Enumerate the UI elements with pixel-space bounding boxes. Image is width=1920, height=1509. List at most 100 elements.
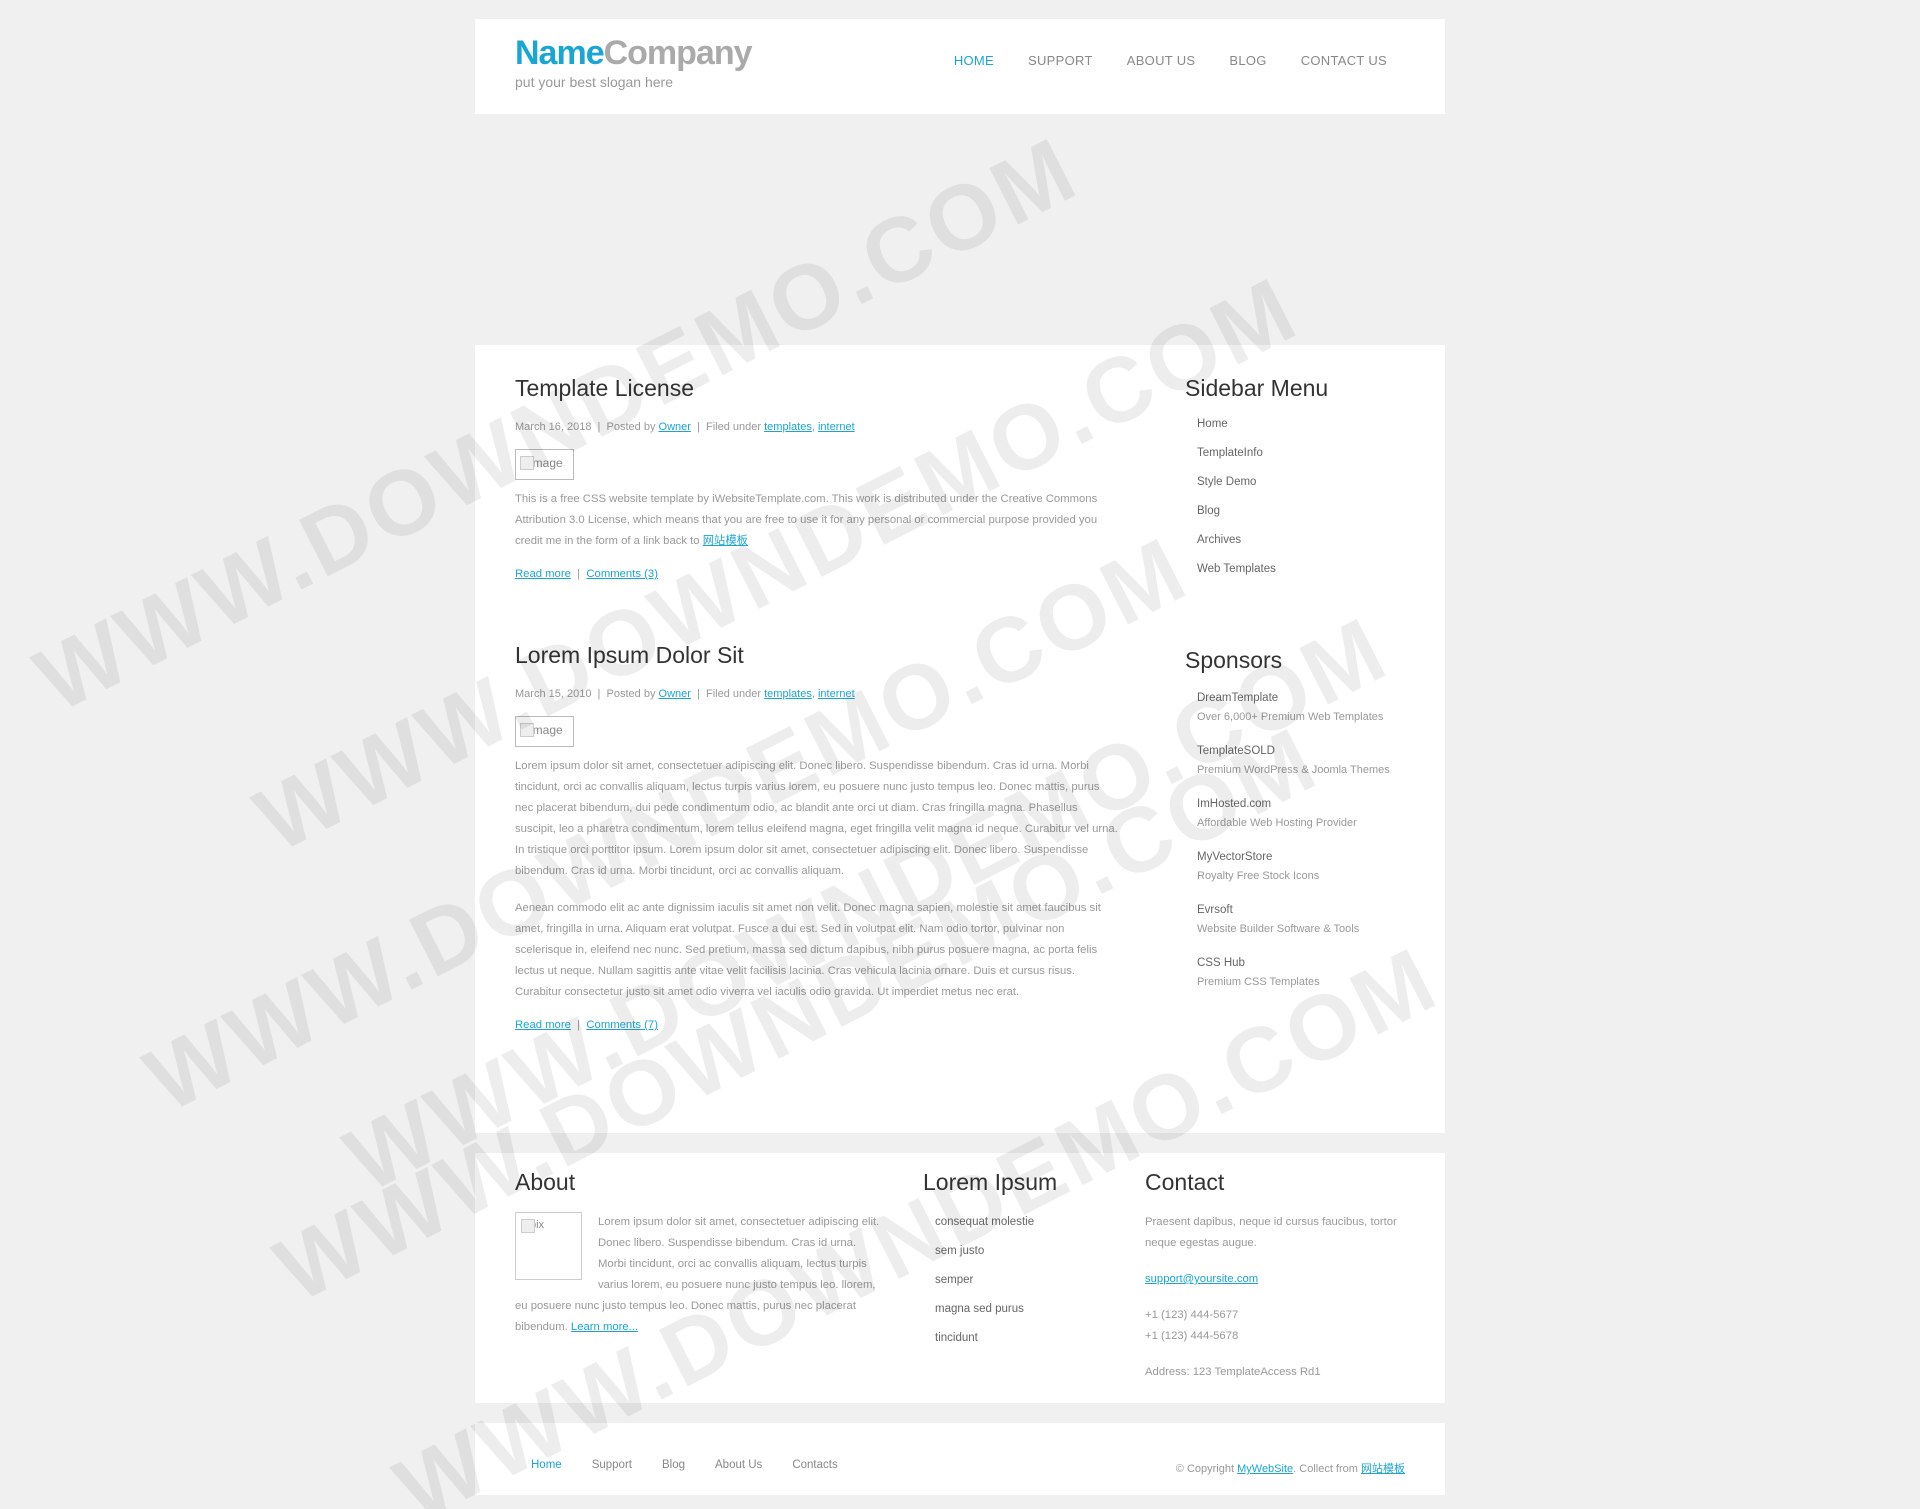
sponsor-name[interactable]: DreamTemplate bbox=[1197, 690, 1425, 707]
lorem-item[interactable]: consequat molestie bbox=[935, 1216, 1103, 1245]
phone-1: +1 (123) 444-5677 bbox=[1145, 1309, 1239, 1321]
sponsor-name[interactable]: TemplateSOLD bbox=[1197, 743, 1425, 760]
sidebar-menu: Home TemplateInfo Style Demo Blog Archiv… bbox=[1197, 418, 1425, 592]
bottom-nav-contacts[interactable]: Contacts bbox=[792, 1459, 837, 1471]
post: Lorem Ipsum Dolor Sit March 15, 2010 | P… bbox=[515, 642, 1120, 1031]
sponsor-desc: Over 6,000+ Premium Web Templates bbox=[1197, 711, 1384, 723]
sidebar-menu-title: Sidebar Menu bbox=[1185, 375, 1329, 401]
site-header: NameCompany put your best slogan here HO… bbox=[475, 19, 1445, 114]
inline-link[interactable]: 网站模板 bbox=[703, 535, 748, 547]
content-area: Template License March 16, 2018 | Posted… bbox=[475, 345, 1445, 1133]
lorem-list: consequat molestie sem justo semper magn… bbox=[935, 1216, 1103, 1361]
sponsors-title: Sponsors bbox=[1185, 647, 1283, 673]
post-meta: March 15, 2010 | Posted by Owner | Filed… bbox=[515, 688, 855, 700]
sidebar-item-archives[interactable]: Archives bbox=[1197, 534, 1425, 563]
bottom-nav-support[interactable]: Support bbox=[592, 1459, 632, 1471]
post-paragraph: Lorem ipsum dolor sit amet, consectetuer… bbox=[515, 760, 1118, 877]
sponsor-desc: Royalty Free Stock Icons bbox=[1197, 870, 1320, 882]
tag-link[interactable]: templates bbox=[764, 688, 812, 700]
bottom-nav-about-us[interactable]: About Us bbox=[715, 1459, 762, 1471]
nav-support[interactable]: SUPPORT bbox=[1028, 53, 1093, 68]
collect-link[interactable]: 网站模板 bbox=[1361, 1463, 1405, 1475]
bottom-bar: Home Support Blog About Us Contacts © Co… bbox=[475, 1423, 1445, 1495]
email-link[interactable]: support@yoursite.com bbox=[1145, 1273, 1258, 1285]
sidebar-item-style-demo[interactable]: Style Demo bbox=[1197, 476, 1425, 505]
tag-link[interactable]: internet bbox=[818, 688, 855, 700]
sidebar: Sidebar Menu Home TemplateInfo Style Dem… bbox=[1185, 375, 1425, 1008]
sponsor-item: DreamTemplate Over 6,000+ Premium Web Tem… bbox=[1197, 690, 1425, 727]
main-nav: HOME SUPPORT ABOUT US BLOG CONTACT US bbox=[954, 53, 1387, 68]
sponsor-name[interactable]: CSS Hub bbox=[1197, 955, 1425, 972]
post-links: Read more | Comments (7) bbox=[515, 1019, 658, 1031]
site-footer: About pix Lorem ipsum dolor sit amet, co… bbox=[475, 1153, 1445, 1403]
sidebar-item-templateinfo[interactable]: TemplateInfo bbox=[1197, 447, 1425, 476]
read-more-link[interactable]: Read more bbox=[515, 1019, 571, 1031]
nav-blog[interactable]: BLOG bbox=[1229, 53, 1266, 68]
post-date: March 16, 2018 bbox=[515, 421, 592, 433]
logo-name-primary: Name bbox=[515, 34, 605, 72]
sponsor-desc: Affordable Web Hosting Provider bbox=[1197, 817, 1357, 829]
contact-title: Contact bbox=[1145, 1169, 1225, 1195]
post-text: This is a free CSS website template by i… bbox=[515, 493, 1098, 547]
image-alt-text: image bbox=[530, 723, 563, 737]
tag-link[interactable]: internet bbox=[818, 421, 855, 433]
footer-lorem: Lorem Ipsum consequat molestie sem justo… bbox=[923, 1169, 1103, 1361]
comments-link[interactable]: Comments (7) bbox=[586, 1019, 658, 1031]
post: Template License March 16, 2018 | Posted… bbox=[515, 375, 1120, 580]
posted-by-label: Posted by bbox=[606, 688, 656, 700]
lorem-item[interactable]: magna sed purus bbox=[935, 1303, 1103, 1332]
post-paragraph: Aenean commodo elit ac ante dignissim ia… bbox=[515, 902, 1101, 998]
post-author-link[interactable]: Owner bbox=[659, 421, 691, 433]
sponsor-name[interactable]: ImHosted.com bbox=[1197, 796, 1425, 813]
image-alt-text: image bbox=[530, 456, 563, 470]
contact-text: Praesent dapibus, neque id cursus faucib… bbox=[1145, 1216, 1397, 1249]
sponsor-desc: Premium WordPress & Joomla Themes bbox=[1197, 764, 1390, 776]
sponsor-name[interactable]: Evrsoft bbox=[1197, 902, 1425, 919]
nav-home[interactable]: HOME bbox=[954, 53, 994, 68]
post-links: Read more | Comments (3) bbox=[515, 568, 658, 580]
sponsor-item: Evrsoft Website Builder Software & Tools bbox=[1197, 902, 1425, 939]
nav-about-us[interactable]: ABOUT US bbox=[1127, 53, 1196, 68]
footer-contact: Contact Praesent dapibus, neque id cursu… bbox=[1145, 1169, 1415, 1398]
sidebar-item-web-templates[interactable]: Web Templates bbox=[1197, 563, 1425, 592]
bottom-nav-home[interactable]: Home bbox=[531, 1459, 562, 1471]
bottom-nav: Home Support Blog About Us Contacts bbox=[531, 1459, 838, 1471]
post-paragraph: This is a free CSS website template by i… bbox=[515, 489, 1120, 552]
bottom-nav-blog[interactable]: Blog bbox=[662, 1459, 685, 1471]
nav-contact-us[interactable]: CONTACT US bbox=[1301, 53, 1387, 68]
sponsor-item: TemplateSOLD Premium WordPress & Joomla T… bbox=[1197, 743, 1425, 780]
lorem-item[interactable]: sem justo bbox=[935, 1245, 1103, 1274]
logo[interactable]: NameCompany put your best slogan here bbox=[515, 34, 753, 90]
filed-under-label: Filed under bbox=[706, 688, 762, 700]
copyright-prefix: © Copyright bbox=[1175, 1463, 1235, 1475]
lorem-item[interactable]: semper bbox=[935, 1274, 1103, 1303]
logo-name-secondary: Company bbox=[603, 34, 753, 72]
sidebar-item-blog[interactable]: Blog bbox=[1197, 505, 1425, 534]
post-image: image bbox=[515, 716, 574, 747]
post-title[interactable]: Template License bbox=[515, 375, 1120, 402]
sponsor-item: MyVectorStore Royalty Free Stock Icons bbox=[1197, 849, 1425, 886]
sponsor-name[interactable]: MyVectorStore bbox=[1197, 849, 1425, 866]
read-more-link[interactable]: Read more bbox=[515, 568, 571, 580]
post-title[interactable]: Lorem Ipsum Dolor Sit bbox=[515, 642, 1120, 669]
sponsor-item: CSS Hub Premium CSS Templates bbox=[1197, 955, 1425, 992]
about-image: pix bbox=[515, 1212, 582, 1280]
main-column: Template License March 16, 2018 | Posted… bbox=[515, 375, 1120, 1093]
copyright: © Copyright MyWebSite. Collect from 网站模板 bbox=[1176, 1460, 1405, 1476]
tag-link[interactable]: templates bbox=[764, 421, 812, 433]
post-date: March 15, 2010 bbox=[515, 688, 592, 700]
post-image: image bbox=[515, 449, 574, 480]
sponsor-desc: Website Builder Software & Tools bbox=[1197, 923, 1360, 935]
sidebar-item-home[interactable]: Home bbox=[1197, 418, 1425, 447]
comments-link[interactable]: Comments (3) bbox=[586, 568, 658, 580]
sponsors-list: DreamTemplate Over 6,000+ Premium Web Tem… bbox=[1197, 690, 1425, 992]
slogan: put your best slogan here bbox=[515, 74, 673, 90]
post-meta: March 16, 2018 | Posted by Owner | Filed… bbox=[515, 421, 855, 433]
address: Address: 123 TemplateAccess Rd1 bbox=[1145, 1366, 1321, 1378]
about-title: About bbox=[515, 1169, 576, 1195]
footer-about: About pix Lorem ipsum dolor sit amet, co… bbox=[515, 1169, 887, 1338]
copyright-link[interactable]: MyWebSite bbox=[1237, 1463, 1293, 1475]
learn-more-link[interactable]: Learn more... bbox=[571, 1321, 638, 1333]
post-author-link[interactable]: Owner bbox=[659, 688, 691, 700]
lorem-item[interactable]: tincidunt bbox=[935, 1332, 1103, 1361]
